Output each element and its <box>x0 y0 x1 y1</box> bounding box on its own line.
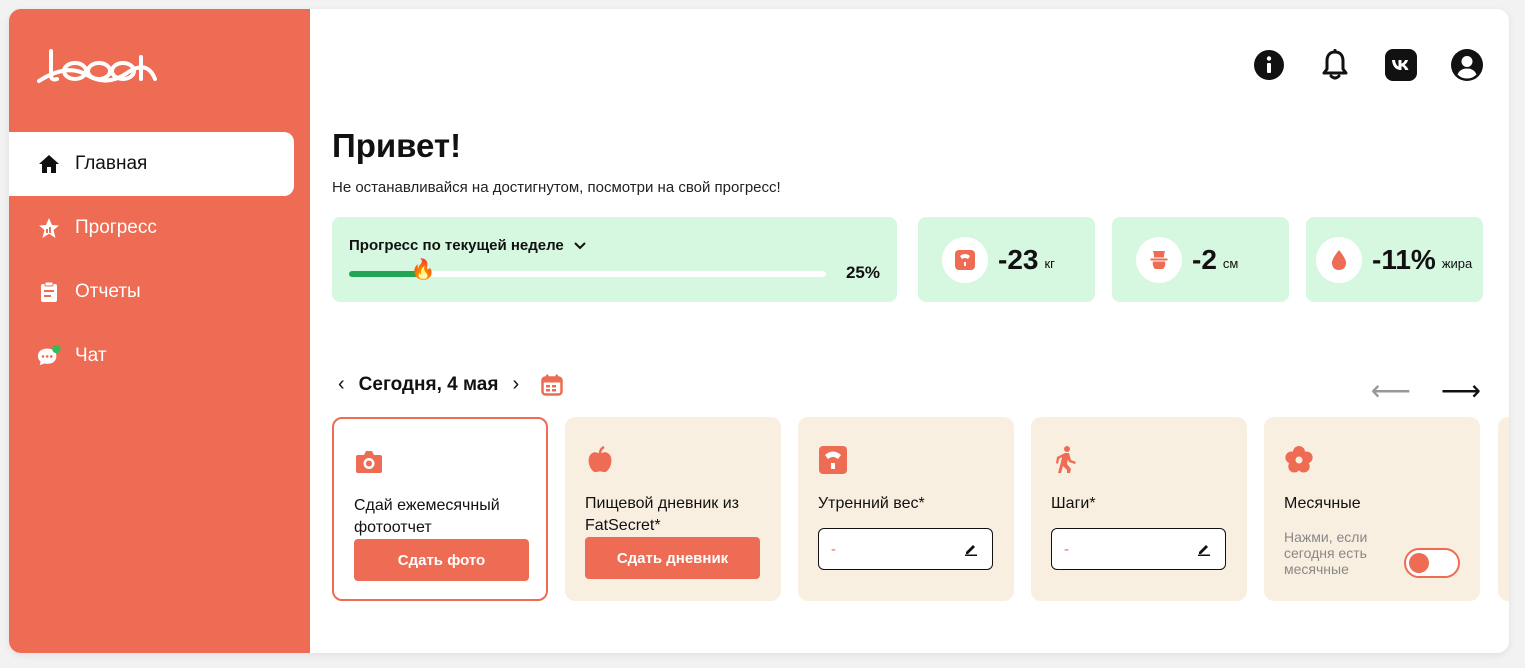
task-card-photo: Сдай ежемесячный фотоотчет Сдать фото <box>332 417 548 601</box>
flower-icon <box>1285 446 1313 473</box>
pencil-icon[interactable] <box>1197 542 1211 556</box>
apple-icon <box>588 445 612 473</box>
weekly-progress-dropdown[interactable]: Прогресс по текущей неделе <box>349 237 586 254</box>
beat-logo[interactable] <box>37 45 157 87</box>
weight-input-value: - <box>831 540 836 558</box>
steps-input[interactable]: - <box>1051 528 1226 570</box>
task-card-food-diary: Пищевой дневник из FatSecret* Сдать днев… <box>565 417 781 601</box>
drop-icon <box>1316 236 1362 283</box>
submit-photo-button[interactable]: Сдать фото <box>354 539 529 581</box>
stat-fat: -11% жира <box>1306 217 1483 302</box>
task-title: Месячные <box>1284 495 1361 512</box>
stat-value: -11% <box>1372 243 1436 275</box>
progress-track: 🔥 <box>349 259 826 281</box>
sidebar-item-label: Чат <box>75 345 107 366</box>
stat-unit: кг <box>1044 256 1055 271</box>
stat-value: -23 <box>998 243 1039 275</box>
progress-percent: 25% <box>845 263 880 282</box>
period-toggle[interactable] <box>1404 548 1460 578</box>
weekly-progress-card: Прогресс по текущей неделе 🔥 25% <box>332 217 897 302</box>
stat-unit: жира <box>1441 256 1473 271</box>
stat-value: -2 <box>1192 243 1217 275</box>
camera-icon <box>356 451 382 473</box>
task-title: Утренний вес* <box>818 495 925 512</box>
sidebar-item-progress[interactable]: Прогресс <box>9 196 294 260</box>
vk-icon[interactable] <box>1385 49 1417 81</box>
current-date: Сегодня, 4 мая <box>358 373 499 395</box>
sidebar-item-home[interactable]: Главная <box>9 132 294 196</box>
sidebar-item-label: Прогресс <box>75 217 157 238</box>
flame-icon: 🔥 <box>410 259 436 281</box>
sidebar: Главная Прогресс Отчеты Чат <box>9 9 310 653</box>
task-card-steps: Шаги* - <box>1031 417 1247 601</box>
app-window: Главная Прогресс Отчеты Чат Привет! Не о… <box>9 9 1509 653</box>
task-title: Сдай ежемесячный фотоотчет <box>354 497 500 536</box>
sidebar-nav: Главная Прогресс Отчеты Чат <box>9 132 294 388</box>
page-title: Привет! <box>332 127 462 164</box>
next-day-button[interactable]: › <box>512 373 519 396</box>
profile-icon[interactable] <box>1451 49 1483 81</box>
period-hint: Нажми, если сегодня есть месячные <box>1284 529 1368 577</box>
waist-icon <box>1136 236 1182 283</box>
carousel-prev-arrow-icon[interactable]: ⟵ <box>1371 374 1411 407</box>
chevron-down-icon <box>574 241 586 249</box>
task-card-next-peek[interactable] <box>1498 417 1509 601</box>
carousel-next-arrow-icon[interactable]: ⟶ <box>1441 374 1481 407</box>
scale-icon <box>942 236 988 283</box>
stat-waist: -2 см <box>1112 217 1289 302</box>
home-icon <box>37 152 61 176</box>
date-navigator: ‹ Сегодня, 4 мая › <box>338 373 563 396</box>
bell-icon[interactable] <box>1319 49 1351 81</box>
sidebar-item-reports[interactable]: Отчеты <box>9 260 294 324</box>
scale-icon <box>819 446 847 474</box>
task-card-period: Месячные Нажми, если сегодня есть месячн… <box>1264 417 1480 601</box>
stat-weight: -23 кг <box>918 217 1095 302</box>
header-icons <box>1253 49 1483 81</box>
steps-input-value: - <box>1064 540 1069 558</box>
calendar-icon[interactable] <box>541 374 563 396</box>
sidebar-item-label: Отчеты <box>75 281 141 302</box>
stat-unit: см <box>1222 256 1239 271</box>
prev-day-button[interactable]: ‹ <box>338 373 345 396</box>
submit-diary-button[interactable]: Сдать дневник <box>585 537 760 579</box>
carousel-arrows: ⟵ ⟶ <box>1371 374 1481 407</box>
info-icon[interactable] <box>1253 49 1285 81</box>
pencil-icon[interactable] <box>964 542 978 556</box>
walk-icon <box>1056 446 1076 473</box>
chat-icon <box>37 344 61 368</box>
weight-input[interactable]: - <box>818 528 993 570</box>
task-title: Пищевой дневник из FatSecret* <box>585 495 739 534</box>
sidebar-item-label: Главная <box>75 153 148 174</box>
sidebar-item-chat[interactable]: Чат <box>9 324 294 388</box>
task-card-morning-weight: Утренний вес* - <box>798 417 1014 601</box>
main-content: Привет! Не останавливайся на достигнутом… <box>310 9 1509 653</box>
task-title: Шаги* <box>1051 495 1096 512</box>
page-subtitle: Не останавливайся на достигнутом, посмот… <box>332 179 781 196</box>
weekly-progress-label: Прогресс по текущей неделе <box>349 237 564 254</box>
toggle-knob <box>1409 553 1429 573</box>
clipboard-icon <box>37 280 61 304</box>
progress-star-icon <box>37 216 61 240</box>
